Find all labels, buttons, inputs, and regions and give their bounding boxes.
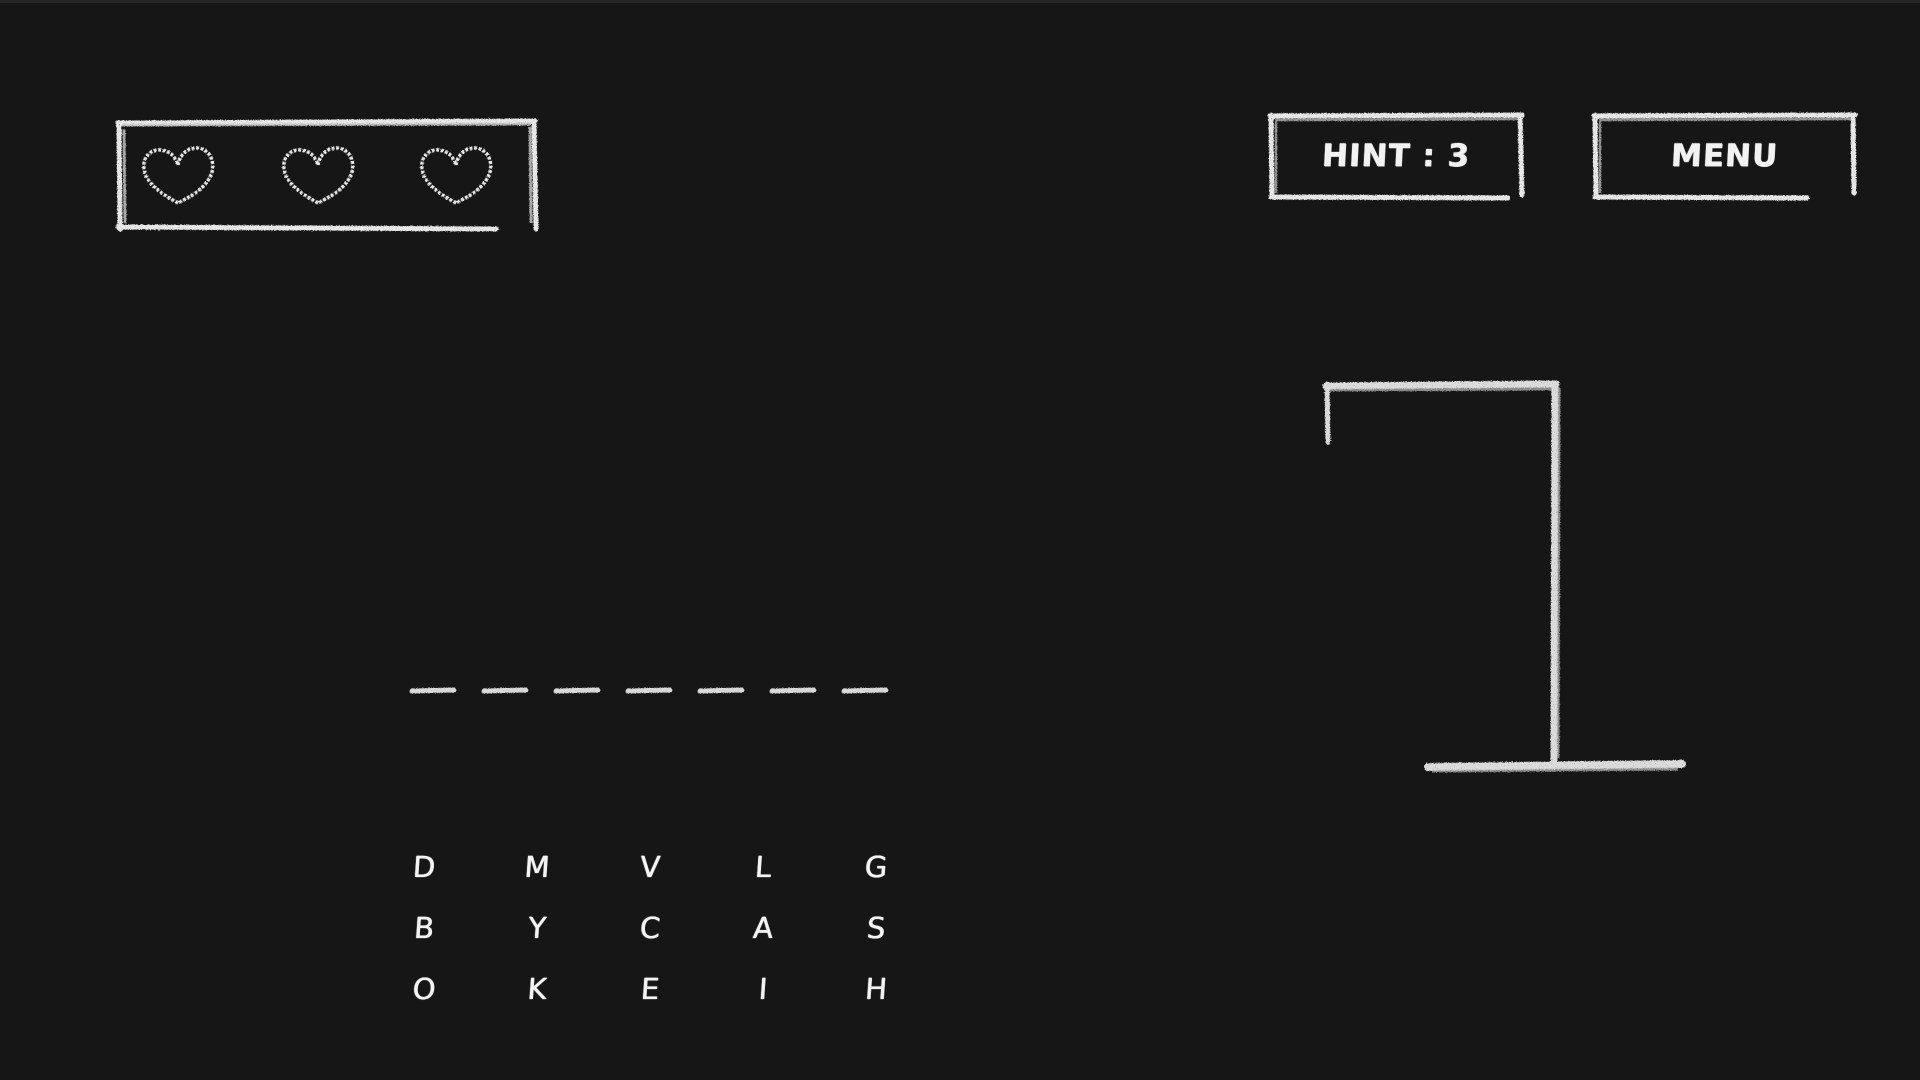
letter-slot	[625, 683, 673, 699]
gallows-drawing	[1320, 378, 1690, 778]
word-slots	[409, 683, 890, 699]
letter-slot	[841, 683, 889, 699]
gallows-base	[1424, 760, 1686, 773]
hint-button[interactable]: HINT : 3	[1267, 112, 1525, 201]
letter-key-a[interactable]: A	[733, 906, 792, 950]
letter-key-e[interactable]: E	[620, 967, 679, 1011]
letter-keyboard: D M V L G B Y C A S O K E I H	[396, 845, 896, 1025]
letter-slot	[769, 683, 817, 699]
letter-key-d[interactable]: D	[394, 845, 453, 889]
gallows-pole	[1550, 380, 1561, 766]
menu-button[interactable]: MENU	[1591, 112, 1858, 201]
letter-slot	[553, 683, 601, 699]
letter-key-k[interactable]: K	[507, 967, 566, 1011]
lives-panel	[115, 118, 539, 232]
letter-key-y[interactable]: Y	[507, 906, 566, 950]
letter-key-h[interactable]: H	[846, 967, 905, 1011]
game-screen: HINT : 3 MENU D M V L G B Y C A S O K E …	[0, 0, 1920, 1080]
gallows-beam	[1322, 380, 1560, 392]
letter-key-g[interactable]: G	[846, 845, 905, 889]
letter-key-v[interactable]: V	[620, 845, 679, 889]
letter-key-c[interactable]: C	[620, 906, 679, 950]
letter-key-o[interactable]: O	[394, 967, 453, 1011]
heart-icon	[138, 143, 218, 209]
heart-icon	[416, 143, 496, 209]
letter-slot	[409, 683, 457, 699]
menu-button-label: MENU	[1669, 138, 1780, 174]
letter-key-m[interactable]: M	[507, 845, 566, 889]
letter-key-s[interactable]: S	[846, 906, 905, 950]
letter-slot	[481, 683, 529, 699]
heart-icon	[278, 143, 358, 209]
letter-key-b[interactable]: B	[394, 906, 453, 950]
gallows-rope	[1324, 381, 1331, 445]
letter-key-i[interactable]: I	[733, 967, 792, 1011]
letter-slot	[697, 683, 745, 699]
hint-button-label: HINT : 3	[1320, 138, 1472, 174]
letter-key-l[interactable]: L	[733, 845, 792, 889]
